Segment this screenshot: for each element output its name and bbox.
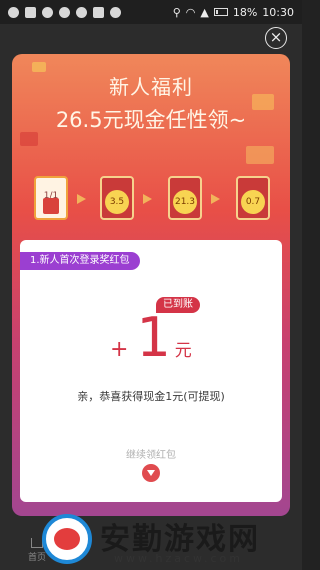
- chat-icon: [76, 6, 87, 18]
- step-envelope-4: 0.7: [236, 176, 270, 220]
- reward-tag: 1.新人首次登录奖红包: [20, 252, 140, 270]
- step-label: 21.3: [173, 190, 197, 214]
- red-envelope-icon: [43, 198, 59, 214]
- battery-icon: [213, 8, 228, 16]
- newcomer-bonus-modal: 新人福利 26.5元现金任性领~ 1/1 3.5 21.3 0.7 1.新人首次…: [12, 54, 290, 516]
- gift-decoration: [246, 146, 274, 164]
- battery-level: 18%: [232, 5, 258, 19]
- reward-steps: 1/1 3.5 21.3 0.7: [34, 176, 274, 222]
- step-envelope-1: 1/1: [34, 176, 68, 220]
- chat-icon: [59, 6, 70, 18]
- wifi-icon: ◠: [185, 5, 196, 19]
- step-envelope-2: 3.5: [100, 176, 134, 220]
- step-label: 0.7: [241, 190, 265, 214]
- image-icon: [93, 6, 104, 18]
- app-icon: [110, 6, 121, 18]
- notification-icon: [25, 6, 36, 18]
- reward-message: 亲，恭喜获得现金1元(可提现): [77, 390, 225, 403]
- location-icon: ⚲: [172, 5, 181, 19]
- arrow-right-icon: [77, 194, 86, 204]
- notification-icon: [8, 6, 19, 18]
- watermark-logo: [42, 514, 92, 564]
- step-envelope-3: 21.3: [168, 176, 202, 220]
- plus-sign: +: [110, 337, 129, 362]
- close-button[interactable]: ×: [265, 27, 287, 49]
- continue-button[interactable]: 继续领红包: [20, 446, 282, 461]
- modal-subtitle: 26.5元现金任性领~: [55, 108, 247, 132]
- chat-icon: [42, 6, 53, 18]
- watermark-url: www.hzacw.com: [114, 552, 243, 565]
- modal-title: 新人福利: [109, 75, 193, 99]
- step-label: 3.5: [105, 190, 129, 214]
- envelope-decoration: [20, 132, 38, 146]
- reward-card: 1.新人首次登录奖红包 已到账 + 1 元 亲，恭喜获得现金1元(可提现) 继续…: [20, 240, 282, 502]
- site-watermark: 安勤游戏网 www.hzacw.com: [42, 512, 296, 568]
- signal-icon: ▲: [200, 5, 209, 19]
- status-bar: ⚲ ◠ ▲ 18% 10:30: [0, 0, 302, 24]
- system-status: ⚲ ◠ ▲ 18% 10:30: [173, 6, 294, 19]
- chevron-down-icon[interactable]: [142, 464, 160, 482]
- reward-amount: + 1 元: [110, 310, 192, 366]
- clock: 10:30: [262, 5, 294, 19]
- close-icon: ×: [269, 28, 283, 46]
- amount-unit: 元: [174, 341, 192, 361]
- arrow-right-icon: [143, 194, 152, 204]
- amount-value: 1: [136, 306, 171, 369]
- notification-icons: [8, 6, 121, 18]
- arrow-right-icon: [211, 194, 220, 204]
